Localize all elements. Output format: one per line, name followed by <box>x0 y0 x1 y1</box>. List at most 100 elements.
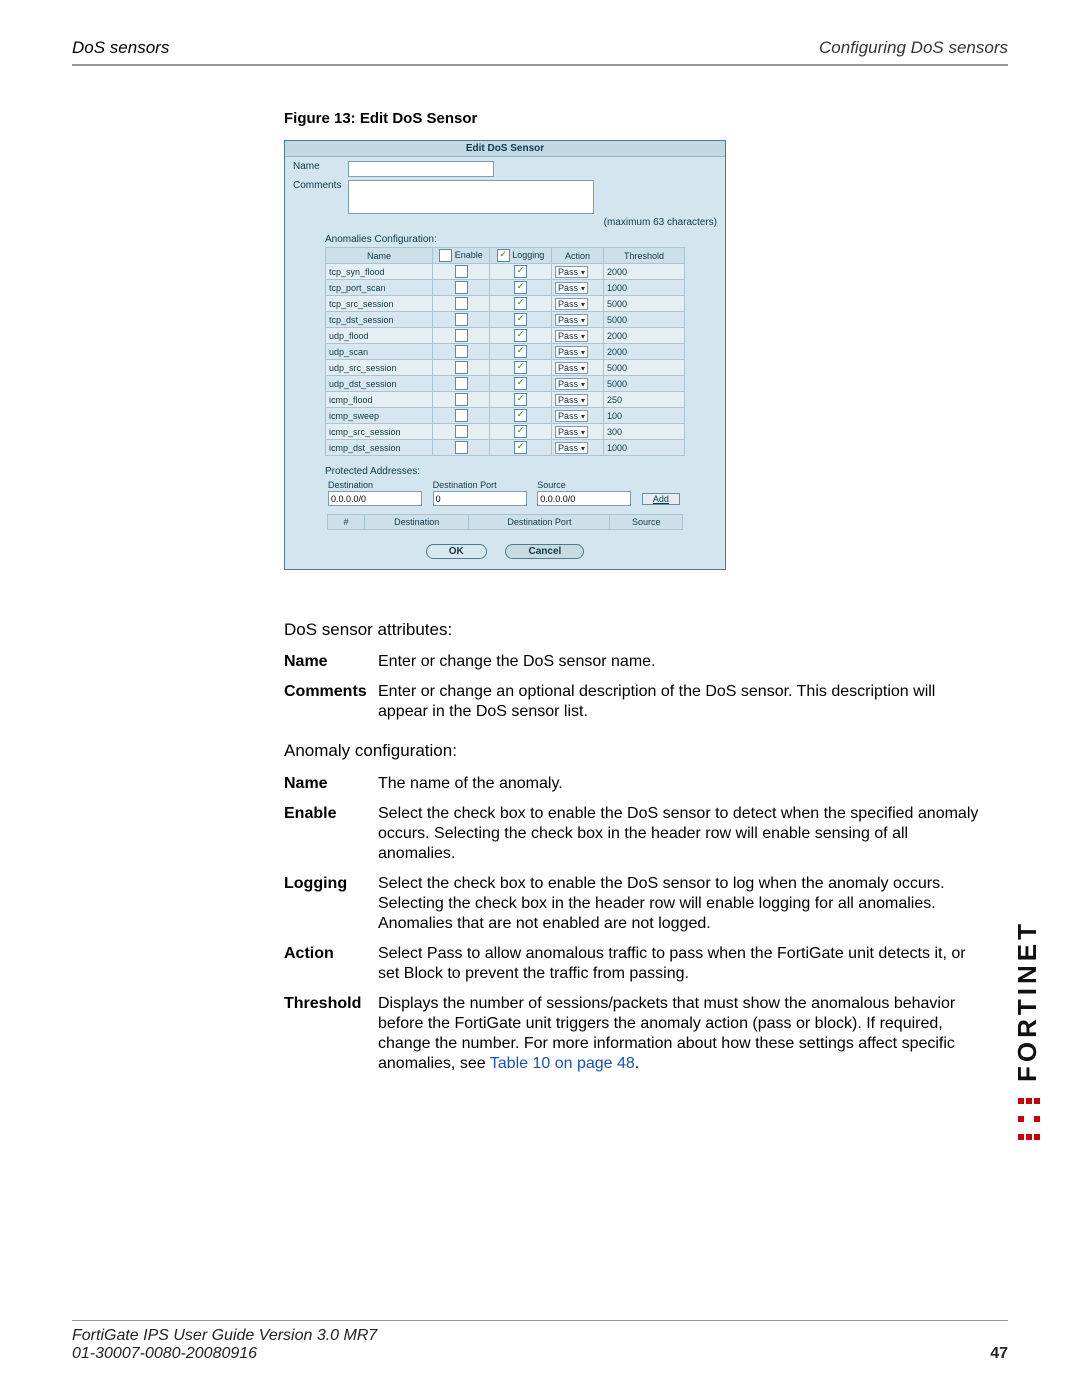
definition-term: Comments <box>284 682 378 722</box>
col-enable[interactable]: Enable <box>433 248 490 264</box>
anomaly-name: udp_src_session <box>326 360 433 376</box>
anomaly-row: icmp_sweep ✓ Pass▾ 100 <box>326 408 685 424</box>
anomaly-row: tcp_dst_session ✓ Pass▾ 5000 <box>326 312 685 328</box>
action-select[interactable]: Pass▾ <box>555 330 588 342</box>
logging-checkbox[interactable]: ✓ <box>514 425 527 438</box>
enable-checkbox[interactable] <box>455 361 468 374</box>
logging-checkbox[interactable]: ✓ <box>514 393 527 406</box>
logging-checkbox[interactable]: ✓ <box>514 313 527 326</box>
action-select[interactable]: Pass▾ <box>555 298 588 310</box>
cross-reference-link[interactable]: Table 10 on page 48 <box>490 1055 635 1072</box>
col-action: Action <box>552 248 604 264</box>
source-label: Source <box>534 479 639 491</box>
header-right: Configuring DoS sensors <box>819 38 1008 58</box>
action-select[interactable]: Pass▾ <box>555 378 588 390</box>
definition-term: Threshold <box>284 994 378 1074</box>
dest-port-field[interactable] <box>433 491 527 506</box>
logging-checkbox[interactable]: ✓ <box>514 345 527 358</box>
logging-checkbox[interactable]: ✓ <box>514 409 527 422</box>
logging-checkbox[interactable]: ✓ <box>514 329 527 342</box>
action-select[interactable]: Pass▾ <box>555 394 588 406</box>
threshold-field[interactable]: 5000 <box>607 315 662 325</box>
definition-term: Name <box>284 774 378 794</box>
figure-caption: Figure 13: Edit DoS Sensor <box>284 110 477 127</box>
footer-line2: 01-30007-0080-20080916 <box>72 1345 257 1362</box>
enable-checkbox[interactable] <box>455 393 468 406</box>
action-select[interactable]: Pass▾ <box>555 282 588 294</box>
dialog-title: Edit DoS Sensor <box>285 141 725 157</box>
enable-all-checkbox[interactable] <box>439 249 452 262</box>
action-select[interactable]: Pass▾ <box>555 266 588 278</box>
add-button[interactable]: Add <box>642 493 680 505</box>
dest-field[interactable] <box>328 491 422 506</box>
threshold-field[interactable]: 1000 <box>607 443 662 453</box>
anomaly-row: udp_src_session ✓ Pass▾ 5000 <box>326 360 685 376</box>
definition-desc: Select the check box to enable the DoS s… <box>378 874 984 934</box>
threshold-field[interactable]: 300 <box>607 427 662 437</box>
name-label: Name <box>293 161 348 172</box>
threshold-field[interactable]: 5000 <box>607 299 662 309</box>
source-field[interactable] <box>537 491 631 506</box>
logging-checkbox[interactable]: ✓ <box>514 361 527 374</box>
threshold-field[interactable]: 2000 <box>607 347 662 357</box>
enable-checkbox[interactable] <box>455 441 468 454</box>
logging-checkbox[interactable]: ✓ <box>514 297 527 310</box>
enable-checkbox[interactable] <box>455 329 468 342</box>
threshold-field[interactable]: 5000 <box>607 363 662 373</box>
logging-checkbox[interactable]: ✓ <box>514 281 527 294</box>
threshold-field[interactable]: 250 <box>607 395 662 405</box>
threshold-field[interactable]: 2000 <box>607 267 662 277</box>
definition-desc: Select Pass to allow anomalous traffic t… <box>378 944 984 984</box>
anomaly-name: icmp_sweep <box>326 408 433 424</box>
threshold-field[interactable]: 5000 <box>607 379 662 389</box>
definition-row: NameEnter or change the DoS sensor name. <box>284 652 984 672</box>
anomaly-heading: Anomaly configuration: <box>284 740 984 761</box>
enable-checkbox[interactable] <box>455 297 468 310</box>
logging-all-checkbox[interactable]: ✓ <box>497 249 510 262</box>
action-select[interactable]: Pass▾ <box>555 346 588 358</box>
action-select[interactable]: Pass▾ <box>555 426 588 438</box>
name-field[interactable] <box>348 161 494 177</box>
action-select[interactable]: Pass▾ <box>555 442 588 454</box>
protected-addresses-label: Protected Addresses: <box>325 466 717 477</box>
threshold-field[interactable]: 100 <box>607 411 662 421</box>
col-port: Destination Port <box>469 515 610 530</box>
action-select[interactable]: Pass▾ <box>555 362 588 374</box>
logging-checkbox[interactable]: ✓ <box>514 377 527 390</box>
anomaly-name: icmp_dst_session <box>326 440 433 456</box>
logging-checkbox[interactable]: ✓ <box>514 441 527 454</box>
definition-term: Enable <box>284 804 378 864</box>
action-select[interactable]: Pass▾ <box>555 314 588 326</box>
anomaly-name: udp_dst_session <box>326 376 433 392</box>
cancel-button[interactable]: Cancel <box>505 544 584 559</box>
col-logging[interactable]: ✓ Logging <box>490 248 552 264</box>
threshold-field[interactable]: 1000 <box>607 283 662 293</box>
fortinet-wordmark: FORTINET <box>1012 920 1043 1082</box>
protected-addresses-inputs: Destination Destination Port Source Add <box>325 479 685 506</box>
enable-checkbox[interactable] <box>455 313 468 326</box>
anomaly-row: udp_dst_session ✓ Pass▾ 5000 <box>326 376 685 392</box>
enable-checkbox[interactable] <box>455 281 468 294</box>
header-left: DoS sensors <box>72 38 169 57</box>
col-num: # <box>328 515 365 530</box>
enable-checkbox[interactable] <box>455 409 468 422</box>
enable-checkbox[interactable] <box>455 425 468 438</box>
definition-row: ActionSelect Pass to allow anomalous tra… <box>284 944 984 984</box>
threshold-field[interactable]: 2000 <box>607 331 662 341</box>
logging-checkbox[interactable]: ✓ <box>514 265 527 278</box>
footer-line1: FortiGate IPS User Guide Version 3.0 MR7 <box>72 1327 1008 1345</box>
fortinet-mark-icon <box>1017 1092 1041 1146</box>
dest-port-label: Destination Port <box>430 479 535 491</box>
comments-field[interactable] <box>348 180 594 214</box>
enable-checkbox[interactable] <box>455 377 468 390</box>
anomaly-name: icmp_src_session <box>326 424 433 440</box>
anomaly-row: icmp_src_session ✓ Pass▾ 300 <box>326 424 685 440</box>
enable-checkbox[interactable] <box>455 345 468 358</box>
anomaly-name: tcp_src_session <box>326 296 433 312</box>
anomaly-name: tcp_dst_session <box>326 312 433 328</box>
enable-checkbox[interactable] <box>455 265 468 278</box>
action-select[interactable]: Pass▾ <box>555 410 588 422</box>
anomaly-name: udp_flood <box>326 328 433 344</box>
ok-button[interactable]: OK <box>426 544 487 559</box>
definition-term: Name <box>284 652 378 672</box>
